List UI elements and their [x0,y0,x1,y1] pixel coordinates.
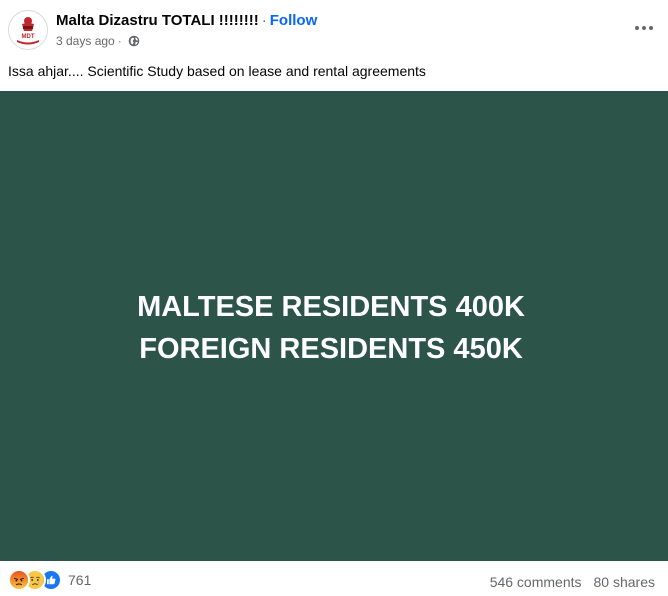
post-image[interactable]: MALTESE RESIDENTS 400K FOREIGN RESIDENTS… [0,91,668,561]
page-logo-icon: MDT [9,11,47,49]
avatar-logo-text: MDT [22,34,35,40]
image-text-foreign: FOREIGN RESIDENTS 450K [139,333,523,365]
shares-link[interactable]: 80 shares [594,574,655,590]
reaction-count: 761 [68,572,92,588]
angry-icon [8,569,30,591]
reactions-summary[interactable]: 761 [8,569,92,591]
meta-separator: · [117,34,122,48]
post-header: MDT Malta Dizastru TOTALI !!!!!!!! · Follo… [0,0,668,58]
avatar[interactable]: MDT [8,10,48,50]
post-caption: Issa ahjar.... Scientific Study based on… [8,63,426,79]
more-options-button[interactable] [632,16,656,40]
post-timestamp[interactable]: 3 days ago [56,34,115,48]
image-text-maltese: MALTESE RESIDENTS 400K [137,291,525,323]
post-author-line: Malta Dizastru TOTALI !!!!!!!! · Follow [56,12,317,30]
more-dots-icon [635,26,653,30]
post-stats: 546 comments 80 shares [490,574,655,590]
globe-icon[interactable] [128,35,140,47]
facebook-post: MDT Malta Dizastru TOTALI !!!!!!!! · Follo… [0,0,668,596]
comments-link[interactable]: 546 comments [490,574,582,590]
follow-button[interactable]: Follow [270,12,318,29]
name-separator: · [261,12,267,29]
post-footer: 761 546 comments 80 shares [0,561,668,596]
post-meta: 3 days ago · [56,34,140,48]
page-name-link[interactable]: Malta Dizastru TOTALI !!!!!!!! [56,12,259,29]
